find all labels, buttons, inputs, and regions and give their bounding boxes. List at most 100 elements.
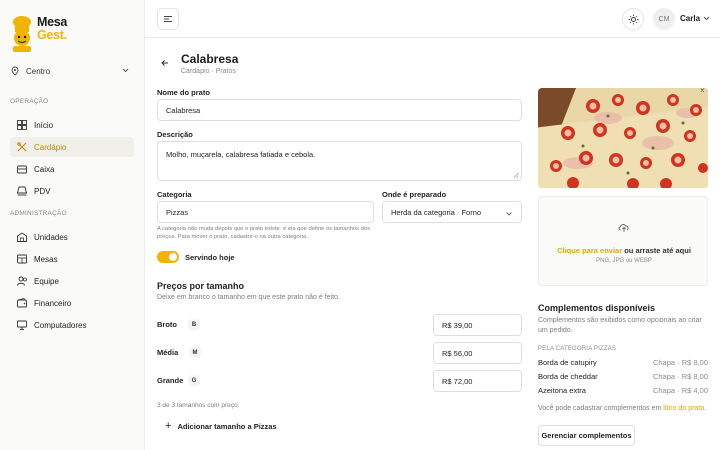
sidebar-item-label: Computadores: [34, 320, 87, 330]
avatar[interactable]: CM: [653, 8, 675, 30]
price-value: R$ 72,00: [442, 376, 473, 386]
section-label-administracao: ADMINISTRAÇÃO: [10, 210, 67, 217]
complement-row: Borda de catupiry Chapa · R$ 8,00: [538, 358, 708, 372]
upload-rest-text: ou arraste até aqui: [622, 246, 691, 255]
sidebar-item-label: Mesas: [34, 254, 58, 264]
dish-name-label: Nome do prato: [157, 88, 210, 97]
add-size-button[interactable]: + Adicionar tamanho a Pizzas: [165, 420, 277, 432]
monitor-icon: [17, 320, 27, 330]
remove-photo-button[interactable]: ×: [700, 86, 705, 95]
theme-toggle-button[interactable]: [622, 8, 644, 30]
size-name-grande: Grande: [157, 376, 184, 385]
upload-dropzone[interactable]: Clique para enviar ou arraste até aqui P…: [538, 196, 708, 286]
sidebar-item-mesas[interactable]: Mesas: [10, 249, 134, 269]
sidebar-item-label: Cardápio: [34, 142, 67, 152]
building-icon: [17, 232, 27, 242]
sidebar-item-label: Caixa: [34, 164, 55, 174]
sidebar-item-inicio[interactable]: Início: [10, 115, 134, 135]
complements-title: Complementos disponíveis: [538, 303, 656, 313]
location-name: Centro: [26, 66, 51, 76]
category-field: Pizzas: [157, 201, 374, 223]
map-pin-icon: [11, 66, 19, 76]
dish-book-link[interactable]: libro do prato: [663, 405, 704, 412]
prep-location-select[interactable]: Herda da categoria · Forno: [382, 201, 522, 223]
chevron-down-icon: [122, 68, 129, 73]
prep-location-value: Herda da categoria · Forno: [391, 207, 482, 217]
size-name-broto: Broto: [157, 320, 177, 329]
resize-handle-icon[interactable]: [513, 172, 519, 178]
sidebar-item-financeiro[interactable]: Financeiro: [10, 293, 134, 313]
complements-category-label: PELA CATEGORIA PIZZAS: [538, 346, 617, 352]
menu-icon: [164, 16, 172, 22]
complement-name: Azeitona extra: [538, 386, 586, 395]
prices-section-subtitle: Deixe em branco o tamanho em que este pr…: [157, 294, 340, 301]
sidebar-item-equipe[interactable]: Equipe: [10, 271, 134, 291]
back-arrow-icon[interactable]: [160, 58, 170, 68]
price-value: R$ 56,00: [442, 348, 473, 358]
sidebar-item-label: Início: [34, 120, 54, 130]
complement-name: Borda de cheddar: [538, 372, 598, 381]
section-label-operacao: OPERAÇÃO: [10, 98, 49, 105]
description-label: Descrição: [157, 130, 193, 139]
sidebar-toggle-button[interactable]: [157, 8, 179, 30]
dish-name-value: Calabresa: [166, 105, 201, 115]
complement-row: Borda de cheddar Chapa · R$ 8,00: [538, 372, 708, 386]
cloud-upload-icon: [618, 224, 629, 232]
sidebar-item-label: Financeiro: [34, 298, 72, 308]
complement-name: Borda de catupiry: [538, 358, 597, 367]
add-size-label: Adicionar tamanho a Pizzas: [177, 421, 277, 431]
complement-price: Chapa · R$ 4,00: [652, 386, 708, 395]
sidebar-item-computadores[interactable]: Computadores: [10, 315, 134, 335]
brand-name: Mesa Gest.: [37, 16, 67, 41]
category-value: Pizzas: [166, 207, 189, 217]
utensils-icon: [17, 142, 27, 152]
table-icon: [17, 254, 27, 264]
sidebar-item-label: PDV: [34, 186, 51, 196]
home-icon: [17, 120, 27, 130]
plus-icon: +: [165, 420, 172, 432]
chevron-down-icon[interactable]: [702, 14, 711, 23]
complement-price: Chapa · R$ 8,00: [652, 358, 708, 367]
size-code-badge: G: [188, 375, 200, 386]
complements-note: Você pode cadastrar complementos em libr…: [538, 405, 706, 412]
serving-today-label: Servindo hoje: [185, 253, 235, 262]
price-input-grande[interactable]: R$ 72,00: [433, 370, 522, 392]
sidebar-item-label: Equipe: [34, 276, 59, 286]
price-input-broto[interactable]: R$ 39,00: [433, 314, 522, 336]
pizza-image: [538, 88, 708, 188]
top-header: CM Carla: [145, 0, 720, 38]
serving-today-toggle[interactable]: [157, 251, 179, 263]
sidebar: Mesa Gest. Centro OPERAÇÃO Início Cardáp…: [0, 0, 145, 450]
brand-line2: Gest.: [37, 27, 67, 42]
description-textarea[interactable]: Molho, muçarela, calabresa fatiada e ceb…: [157, 141, 522, 181]
location-selector[interactable]: Centro: [10, 62, 134, 80]
upload-formats: PNG, JPG ou WEBP: [596, 258, 652, 264]
size-name-media: Média: [157, 348, 179, 357]
users-icon: [17, 276, 27, 286]
user-name[interactable]: Carla: [680, 14, 700, 23]
size-code-badge: B: [188, 319, 200, 330]
sidebar-item-unidades[interactable]: Unidades: [10, 227, 134, 247]
price-input-media[interactable]: R$ 56,00: [433, 342, 522, 364]
sidebar-item-caixa[interactable]: Caixa: [10, 159, 134, 179]
sidebar-item-pdv[interactable]: PDV: [10, 181, 134, 201]
wallet-icon: [17, 298, 27, 308]
dish-photo: [538, 88, 708, 188]
cash-register-icon: [17, 165, 27, 174]
upload-link[interactable]: Clique para enviar: [557, 246, 622, 255]
upload-text: Clique para enviar ou arraste até aqui: [539, 246, 709, 255]
category-hint: A categoria não muda depois que o prato …: [157, 226, 371, 240]
description-value: Molho, muçarela, calabresa fatiada e ceb…: [166, 150, 316, 159]
note-suffix: .: [704, 405, 707, 412]
note-prefix: Você pode cadastrar complementos em: [538, 405, 664, 412]
brand-line1: Mesa: [37, 15, 68, 29]
toggle-knob: [169, 253, 177, 261]
breadcrumb: Cardápio · Pratos: [181, 68, 236, 75]
page-title: Calabresa: [181, 52, 239, 66]
dish-name-input[interactable]: Calabresa: [157, 99, 522, 121]
manage-complements-button[interactable]: Gerenciar complementos: [538, 425, 635, 446]
category-label: Categoria: [157, 190, 192, 199]
brand-logo[interactable]: Mesa Gest.: [9, 14, 73, 54]
complements-description: Complementos são exibidos como opcionais…: [538, 317, 702, 334]
sidebar-item-cardapio[interactable]: Cardápio: [10, 137, 134, 157]
